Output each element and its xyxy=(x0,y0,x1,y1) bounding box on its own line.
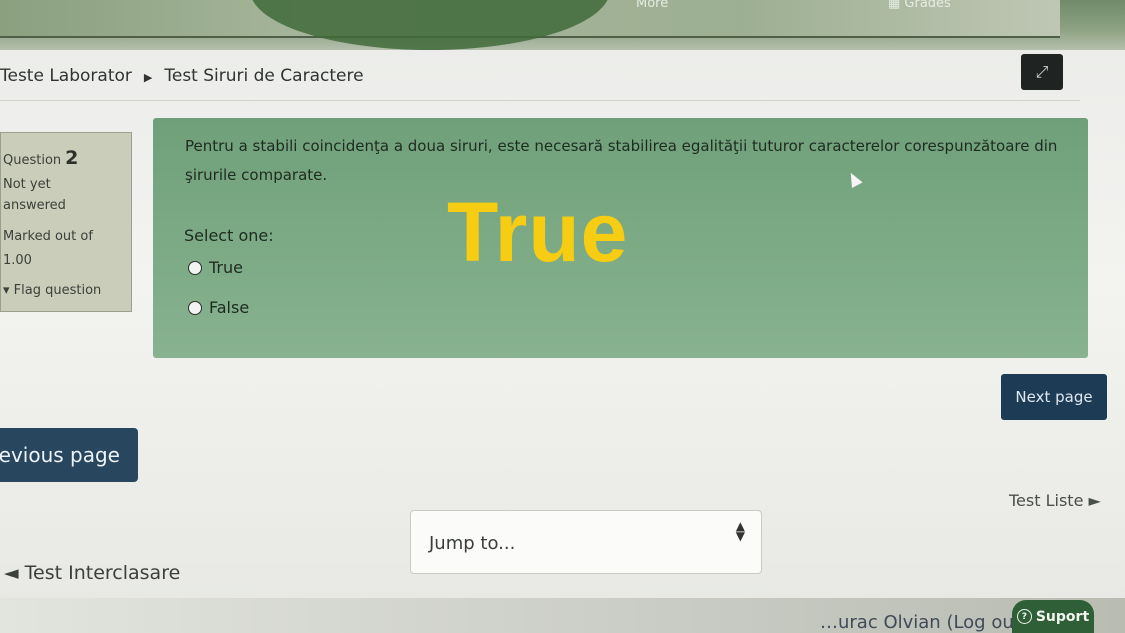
grades-label: Grades xyxy=(904,0,951,11)
marked-out-of-label: Marked out of xyxy=(3,229,93,244)
breadcrumb: Teste Laborator ▶ Test Siruri de Caractere xyxy=(0,66,364,86)
select-arrows-icon: ▲ ▼ xyxy=(735,519,745,543)
jump-to-placeholder: Jump to... xyxy=(429,533,516,554)
answer-overlay-text: True xyxy=(447,185,629,279)
next-page-button[interactable]: Next page xyxy=(1001,374,1107,420)
question-number: 2 xyxy=(65,147,79,169)
previous-page-button[interactable]: Previous page xyxy=(0,428,138,482)
logged-in-user[interactable]: …urac Olvian (Log out) xyxy=(820,612,1028,633)
support-button[interactable]: ? Suport xyxy=(1012,600,1094,633)
question-status-line1: Not yet xyxy=(3,177,51,192)
divider xyxy=(0,100,1080,101)
option-false[interactable]: False xyxy=(188,298,249,317)
question-text: Pentru a stabili coincidenţa a doua siru… xyxy=(185,137,1058,184)
more-menu-link[interactable]: More xyxy=(636,0,668,11)
jump-to-select[interactable]: Jump to... ▲ ▼ xyxy=(410,510,762,574)
question-card: Pentru a stabili coincidenţa a doua siru… xyxy=(153,118,1088,358)
breadcrumb-separator-icon: ▶ xyxy=(143,71,153,84)
radio-false[interactable] xyxy=(188,300,202,315)
next-activity-link[interactable]: Test Liste ► xyxy=(1009,491,1101,510)
question-info-panel: Question 2 Not yet answered Marked out of… xyxy=(0,132,132,312)
select-one-label: Select one: xyxy=(184,226,274,245)
marked-out-of-value: 1.00 xyxy=(3,253,32,268)
flag-icon: ▾ xyxy=(3,283,10,298)
breadcrumb-item-teste-laborator[interactable]: Teste Laborator xyxy=(0,66,132,86)
breadcrumb-item-current[interactable]: Test Siruri de Caractere xyxy=(164,66,363,86)
option-false-label: False xyxy=(209,298,250,317)
radio-true[interactable] xyxy=(188,260,202,275)
previous-activity-link[interactable]: ◄ Test Interclasare xyxy=(4,562,180,584)
option-true[interactable]: True xyxy=(188,258,243,277)
fullscreen-toggle-button[interactable]: ⤢ xyxy=(1021,54,1063,90)
flag-question-link[interactable]: ▾ Flag question xyxy=(3,283,101,298)
expand-icon: ⤢ xyxy=(1035,62,1049,81)
top-navbar: More ▦ Grades xyxy=(0,0,1060,50)
top-band: More ▦ Grades xyxy=(0,0,1125,50)
question-number-label: Question 2 xyxy=(3,147,79,169)
grades-link[interactable]: ▦ Grades xyxy=(888,0,951,11)
header-graphic xyxy=(250,0,610,50)
option-true-label: True xyxy=(209,258,243,277)
help-icon: ? xyxy=(1016,609,1032,624)
support-label: Suport xyxy=(1035,608,1090,625)
question-status-line2: answered xyxy=(3,198,66,213)
